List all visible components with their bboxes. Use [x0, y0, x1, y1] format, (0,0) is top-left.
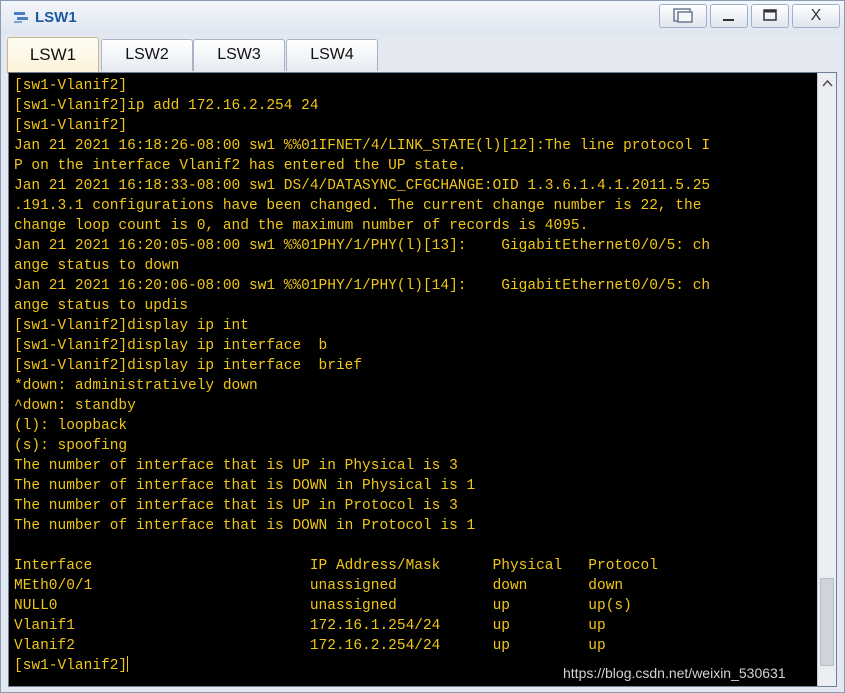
watermark-text: https://blog.csdn.net/weixin_530631: [563, 665, 786, 681]
terminal-output: [sw1-Vlanif2] [sw1-Vlanif2]ip add 172.16…: [14, 76, 814, 676]
window-title: LSW1: [35, 9, 77, 26]
terminal-line: [sw1-Vlanif2]display ip int: [14, 318, 249, 334]
terminal-line: Vlanif1 172.16.1.254/24 up up: [14, 618, 606, 634]
terminal-console[interactable]: [sw1-Vlanif2] [sw1-Vlanif2]ip add 172.16…: [8, 72, 837, 687]
terminal-prompt: [sw1-Vlanif2]: [14, 658, 128, 674]
terminal-line: [sw1-Vlanif2]display ip interface b: [14, 338, 328, 354]
terminal-line: The number of interface that is DOWN in …: [14, 478, 476, 494]
terminal-line: (l): loopback: [14, 418, 128, 434]
terminal-line: Jan 21 2021 16:20:06-08:00 sw1 %%01PHY/1…: [14, 278, 711, 294]
terminal-line: (s): spoofing: [14, 438, 128, 454]
scroll-up-arrow-icon[interactable]: [818, 75, 836, 93]
tab-lsw4[interactable]: LSW4: [286, 39, 378, 71]
terminal-window: LSW1 X LSW1 LSW2 LSW3 LSW4 [sw1-Vlanif2]…: [0, 0, 845, 693]
terminal-line: .191.3.1 configurations have been change…: [14, 198, 702, 214]
minimize-button[interactable]: [710, 4, 748, 28]
switch-app-icon: [14, 12, 28, 23]
terminal-line: The number of interface that is DOWN in …: [14, 518, 476, 534]
title-bar[interactable]: LSW1 X: [1, 1, 844, 34]
terminal-line: ^down: standby: [14, 398, 136, 414]
maximize-button[interactable]: [751, 4, 789, 28]
scrollbar-thumb[interactable]: [820, 578, 834, 666]
terminal-line: *down: administratively down: [14, 378, 258, 394]
terminal-line: ange status to updis: [14, 298, 189, 314]
text-cursor: [127, 656, 129, 672]
terminal-line: change loop count is 0, and the maximum …: [14, 218, 589, 234]
terminal-line: [sw1-Vlanif2]: [14, 118, 128, 134]
tab-lsw1[interactable]: LSW1: [7, 37, 99, 73]
terminal-line: Vlanif2 172.16.2.254/24 up up: [14, 638, 606, 654]
maximize-icon: [763, 9, 777, 21]
restore-view-button[interactable]: [659, 4, 707, 28]
terminal-line: P on the interface Vlanif2 has entered t…: [14, 158, 467, 174]
terminal-line: Interface IP Address/Mask Physical Proto…: [14, 558, 658, 574]
vertical-scrollbar[interactable]: [817, 73, 836, 686]
terminal-line: Jan 21 2021 16:18:33-08:00 sw1 DS/4/DATA…: [14, 178, 711, 194]
close-button[interactable]: X: [792, 4, 840, 28]
tab-lsw2[interactable]: LSW2: [101, 39, 193, 71]
terminal-line: The number of interface that is UP in Ph…: [14, 458, 458, 474]
terminal-line: The number of interface that is UP in Pr…: [14, 498, 458, 514]
terminal-line: NULL0 unassigned up up(s): [14, 598, 632, 614]
tab-lsw3[interactable]: LSW3: [193, 39, 285, 71]
terminal-line: [sw1-Vlanif2]ip add 172.16.2.254 24: [14, 98, 319, 114]
terminal-line: [sw1-Vlanif2]display ip interface brief: [14, 358, 363, 374]
terminal-line: MEth0/0/1 unassigned down down: [14, 578, 624, 594]
minimize-icon: [723, 19, 734, 21]
restore-window-icon: [673, 8, 693, 23]
terminal-line: Jan 21 2021 16:20:05-08:00 sw1 %%01PHY/1…: [14, 238, 711, 254]
terminal-line: ange status to down: [14, 258, 180, 274]
terminal-line: Jan 21 2021 16:18:26-08:00 sw1 %%01IFNET…: [14, 138, 711, 154]
terminal-line: [sw1-Vlanif2]: [14, 78, 128, 94]
